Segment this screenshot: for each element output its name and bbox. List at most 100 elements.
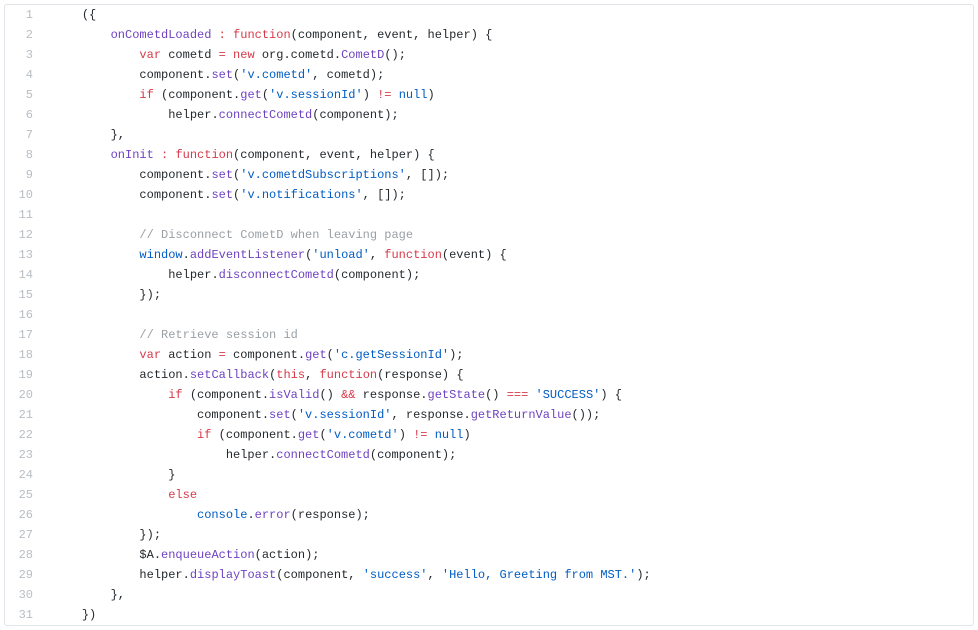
token: ( (291, 508, 298, 522)
line-content[interactable]: // Disconnect CometD when leaving page (45, 225, 973, 245)
token: . (283, 48, 290, 62)
line-content[interactable]: console.error(response); (45, 505, 973, 525)
token: component (197, 388, 262, 402)
token: , (355, 148, 362, 162)
line-content[interactable]: onCometdLoaded : function(component, eve… (45, 25, 973, 45)
token: != (413, 428, 427, 442)
token (608, 388, 615, 402)
line-content[interactable]: helper.displayToast(component, 'success'… (45, 565, 973, 585)
token (211, 428, 218, 442)
line-content[interactable]: ({ (45, 5, 973, 25)
token: }); (139, 288, 161, 302)
line-content[interactable]: component.set('v.cometd', cometd); (45, 65, 973, 85)
line-content[interactable]: component.set('v.notifications', []); (45, 185, 973, 205)
line-content[interactable]: }, (45, 125, 973, 145)
line-number: 17 (5, 325, 45, 345)
token: }, (111, 588, 125, 602)
code-line: 7 }, (5, 125, 973, 145)
token: ) (471, 28, 478, 42)
line-content[interactable]: $A.enqueueAction(action); (45, 545, 973, 565)
line-content[interactable]: if (component.get('v.sessionId') != null… (45, 85, 973, 105)
line-content[interactable]: }); (45, 285, 973, 305)
line-content[interactable]: component.set('v.sessionId', response.ge… (45, 405, 973, 425)
token: ) (428, 88, 435, 102)
token: response (298, 508, 356, 522)
token (428, 428, 435, 442)
token: { (485, 28, 492, 42)
line-content[interactable]: action.setCallback(this, function(respon… (45, 365, 973, 385)
code-line: 14 helper.disconnectCometd(component); (5, 265, 973, 285)
token: component (139, 188, 204, 202)
line-content[interactable]: var cometd = new org.cometd.CometD(); (45, 45, 973, 65)
line-content[interactable]: if (component.get('v.cometd') != null) (45, 425, 973, 445)
line-content[interactable]: window.addEventListener('unload', functi… (45, 245, 973, 265)
line-content[interactable]: else (45, 485, 973, 505)
line-content[interactable] (45, 205, 973, 225)
line-number: 29 (5, 565, 45, 585)
token: , (363, 28, 370, 42)
line-number: 19 (5, 365, 45, 385)
token: cometd (319, 68, 369, 82)
line-content[interactable]: }, (45, 585, 973, 605)
token: var (139, 48, 161, 62)
token: ); (370, 68, 384, 82)
token: component (283, 568, 348, 582)
line-number: 26 (5, 505, 45, 525)
token: component (139, 68, 204, 82)
code-line: 31 }) (5, 605, 973, 625)
code-line: 4 component.set('v.cometd', cometd); (5, 65, 973, 85)
token: component (319, 108, 384, 122)
line-content[interactable]: }); (45, 525, 973, 545)
token: ( (327, 348, 334, 362)
token: get (240, 88, 262, 102)
token (406, 428, 413, 442)
token: null (435, 428, 464, 442)
line-content[interactable]: component.set('v.cometdSubscriptions', [… (45, 165, 973, 185)
token: = (219, 348, 226, 362)
token: }); (139, 528, 161, 542)
token: addEventListener (190, 248, 305, 262)
token: if (197, 428, 211, 442)
token (435, 568, 442, 582)
token: }) (82, 608, 96, 622)
line-number: 2 (5, 25, 45, 45)
token: ); (355, 508, 369, 522)
token: var (139, 348, 161, 362)
line-content[interactable]: var action = component.get('c.getSession… (45, 345, 973, 365)
token: connectCometd (276, 448, 370, 462)
line-content[interactable]: helper.connectCometd(component); (45, 445, 973, 465)
token: helper (363, 148, 413, 162)
code-line: 13 window.addEventListener('unload', fun… (5, 245, 973, 265)
token: new (233, 48, 255, 62)
token: 'v.cometd' (327, 428, 399, 442)
line-content[interactable]: } (45, 465, 973, 485)
line-content[interactable]: }) (45, 605, 973, 625)
code-line: 18 var action = component.get('c.getSess… (5, 345, 973, 365)
token: . (183, 568, 190, 582)
token: component (240, 148, 305, 162)
token: response (384, 368, 442, 382)
token (211, 28, 218, 42)
line-content[interactable]: // Retrieve session id (45, 325, 973, 345)
token: ( (291, 28, 298, 42)
line-content[interactable]: helper.disconnectCometd(component); (45, 265, 973, 285)
token: ); (449, 348, 463, 362)
token: helper (139, 568, 182, 582)
token: displayToast (190, 568, 276, 582)
token: } (168, 468, 175, 482)
token: 'v.cometdSubscriptions' (240, 168, 406, 182)
token: () (485, 388, 499, 402)
line-number: 22 (5, 425, 45, 445)
token (226, 48, 233, 62)
line-content[interactable]: onInit : function(component, event, help… (45, 145, 973, 165)
line-content[interactable]: helper.connectCometd(component); (45, 105, 973, 125)
line-number: 9 (5, 165, 45, 185)
token: ) (600, 388, 607, 402)
line-number: 18 (5, 345, 45, 365)
line-number: 13 (5, 245, 45, 265)
token: this (276, 368, 305, 382)
token: . (154, 548, 161, 562)
token: ({ (82, 8, 96, 22)
line-content[interactable] (45, 305, 973, 325)
line-content[interactable]: if (component.isValid() && response.getS… (45, 385, 973, 405)
